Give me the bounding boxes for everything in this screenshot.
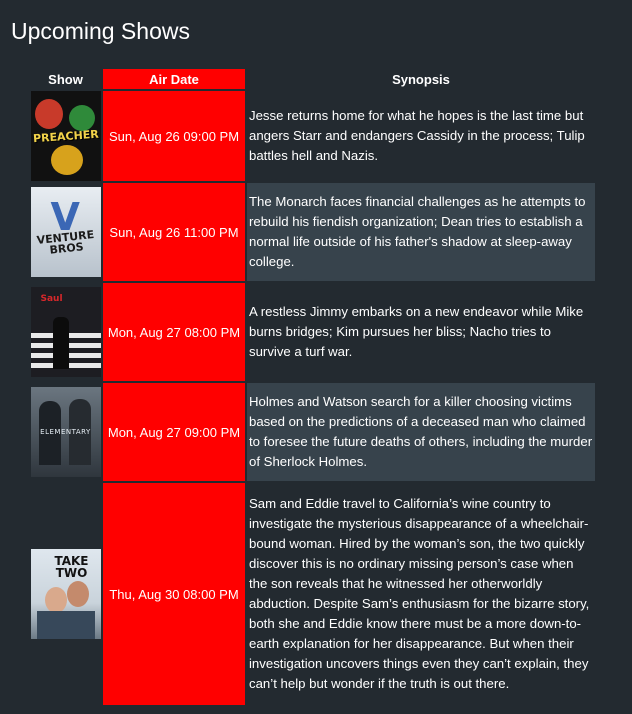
column-header-show[interactable]: Show (30, 69, 101, 89)
table-row[interactable]: V VENTURE BROS Sun, Aug 26 11:00 PM The … (30, 183, 595, 281)
take-two-poster-icon[interactable]: TAKE TWO (30, 549, 101, 639)
show-cell[interactable]: TAKE TWO (30, 483, 101, 705)
air-date-cell: Sun, Aug 26 11:00 PM (103, 183, 245, 281)
show-cell[interactable]: PREACHER (30, 91, 101, 181)
poster-label: Saul (40, 294, 63, 304)
show-cell[interactable]: Saul (30, 283, 101, 381)
poster-label: ELEMENTARY (40, 427, 91, 436)
poster-label: VENTURE BROS (35, 228, 95, 257)
preacher-poster-icon[interactable]: PREACHER (30, 91, 101, 181)
poster-label: TAKE TWO (54, 554, 89, 580)
table-row[interactable]: PREACHER Sun, Aug 26 09:00 PM Jesse retu… (30, 91, 595, 181)
table-row[interactable]: ELEMENTARY Mon, Aug 27 09:00 PM Holmes a… (30, 383, 595, 481)
show-cell[interactable]: V VENTURE BROS (30, 183, 101, 281)
table-row[interactable]: TAKE TWO Thu, Aug 30 08:00 PM Sam and Ed… (30, 483, 595, 705)
synopsis-cell: Holmes and Watson search for a killer ch… (247, 383, 595, 481)
table-row[interactable]: Saul Mon, Aug 27 08:00 PM A restless Jim… (30, 283, 595, 381)
show-cell[interactable]: ELEMENTARY (30, 383, 101, 481)
synopsis-cell: The Monarch faces financial challenges a… (247, 183, 595, 281)
air-date-cell: Mon, Aug 27 09:00 PM (103, 383, 245, 481)
air-date-cell: Thu, Aug 30 08:00 PM (103, 483, 245, 705)
air-date-cell: Sun, Aug 26 09:00 PM (103, 91, 245, 181)
page-title: Upcoming Shows (11, 18, 190, 44)
venture-bros-poster-icon[interactable]: V VENTURE BROS (30, 187, 101, 277)
better-call-saul-poster-icon[interactable]: Saul (30, 287, 101, 377)
air-date-cell: Mon, Aug 27 08:00 PM (103, 283, 245, 381)
table-header-row: Show Air Date Synopsis (30, 69, 595, 89)
elementary-poster-icon[interactable]: ELEMENTARY (30, 387, 101, 477)
synopsis-cell: A restless Jimmy embarks on a new endeav… (249, 304, 584, 359)
column-header-synopsis[interactable]: Synopsis (247, 69, 595, 89)
poster-label: PREACHER (32, 127, 99, 145)
synopsis-cell: Sam and Eddie travel to California’s win… (249, 496, 590, 691)
upcoming-shows-table: Show Air Date Synopsis PREACHER Sun, Aug… (28, 67, 597, 707)
column-header-air-date[interactable]: Air Date (103, 69, 245, 89)
synopsis-cell: Jesse returns home for what he hopes is … (249, 108, 585, 163)
